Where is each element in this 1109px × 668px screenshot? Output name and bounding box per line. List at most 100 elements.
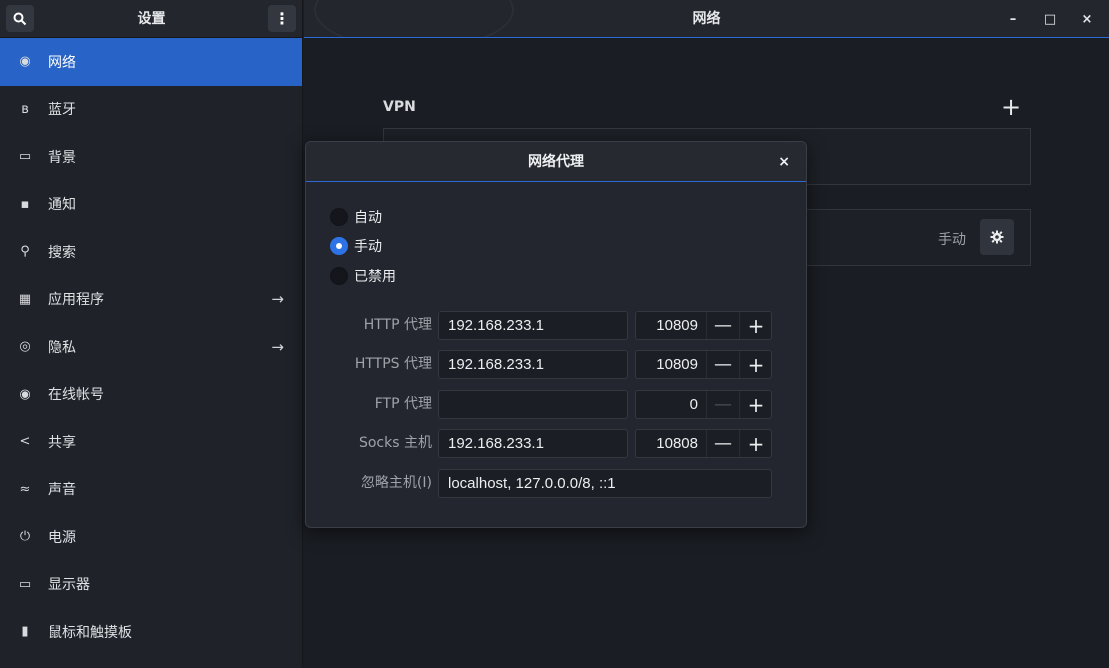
sidebar-item-label: 电源 (48, 529, 76, 546)
radio-button[interactable] (330, 237, 348, 256)
sidebar-item[interactable]: ▭ 显示器 (0, 561, 302, 609)
background-monitor-icon: ▭ (18, 149, 32, 165)
sidebar-item-label: 通知 (48, 197, 76, 214)
proxy-port-spinner: 10808 — + (635, 429, 772, 458)
proxy-settings-button[interactable] (980, 219, 1014, 255)
proxy-mode-label: 自动 (354, 209, 382, 226)
ignore-hosts-row: 忽略主机(I) localhost, 127.0.0.0/8, ::1 (306, 469, 806, 498)
decrement-button[interactable]: — (706, 351, 739, 378)
proxy-field-row: Socks 主机 192.168.233.1 10808 — + (306, 429, 806, 458)
search-button[interactable] (6, 5, 34, 32)
share-icon: < (19, 434, 31, 450)
minimize-button[interactable]: – (1001, 0, 1025, 37)
proxy-port-spinner: 0 — + (635, 390, 772, 419)
proxy-port-spinner: 10809 — + (635, 350, 772, 379)
network-globe-icon: ◉ (19, 54, 31, 70)
decrement-button[interactable]: — (706, 391, 739, 418)
gear-icon (990, 230, 1004, 244)
proxy-mode-option[interactable]: 自动 (330, 202, 396, 232)
proxy-mode-option[interactable]: 已禁用 (330, 261, 396, 291)
dialog-close-button[interactable]: × (778, 142, 790, 182)
dialog-header: 网络代理 × (306, 142, 806, 182)
privacy-icon: ◎ (19, 339, 31, 355)
radio-button[interactable] (330, 207, 348, 226)
bluetooth-icon: ʙ (21, 101, 29, 117)
apps-grid-icon: ▦ (18, 291, 32, 307)
display-icon: ▭ (18, 576, 32, 592)
proxy-mode-value: 手动 (938, 232, 966, 248)
sidebar-item[interactable]: ⚲ 搜索 (0, 228, 302, 276)
proxy-mode-label: 手动 (354, 239, 382, 256)
proxy-field-row: FTP 代理 0 — + (306, 390, 806, 419)
sidebar-item-label: 隐私 (48, 339, 76, 356)
sidebar-list: ◉ 网络 ʙ 蓝牙 ▭ 背景 ▪ 通知 ⚲ 搜索 ▦ 应用程序 → ◎ 隐私 → ◉ 在线帐号 < 共享 ≈ 声音 ⏻ 电源 ▭… (0, 38, 302, 656)
vpn-section-label: VPN (383, 99, 416, 115)
proxy-port-spinner: 10809 — + (635, 311, 772, 340)
proxy-port-value[interactable]: 0 (636, 391, 698, 418)
sidebar-item-label: 网络 (48, 54, 76, 71)
proxy-mode-label: 已禁用 (354, 268, 396, 285)
proxy-port-value[interactable]: 10809 (636, 351, 698, 378)
sidebar-item-label: 鼠标和触摸板 (48, 624, 132, 641)
settings-sidebar: 设置 ⋮ ◉ 网络 ʙ 蓝牙 ▭ 背景 ▪ 通知 ⚲ 搜索 ▦ 应用程序 → ◎ 隐私 → ◉ 在线帐号 < 共享 ≈ 声… (0, 0, 303, 668)
proxy-field-label: HTTP 代理 (363, 317, 432, 333)
decrement-button[interactable]: — (706, 312, 739, 339)
proxy-field-row: HTTP 代理 192.168.233.1 10809 — + (306, 311, 806, 340)
online-accounts-icon: ◉ (19, 386, 31, 402)
sidebar-item[interactable]: ▦ 应用程序 → (0, 276, 302, 324)
ignore-hosts-input[interactable]: localhost, 127.0.0.0/8, ::1 (438, 469, 772, 498)
proxy-host-input[interactable]: 192.168.233.1 (438, 429, 628, 458)
proxy-mode-option[interactable]: 手动 (330, 232, 396, 262)
increment-button[interactable]: + (739, 391, 772, 418)
proxy-port-value[interactable]: 10809 (636, 312, 698, 339)
sidebar-item-label: 蓝牙 (48, 102, 76, 119)
sidebar-item[interactable]: ◉ 网络 (0, 38, 302, 86)
increment-button[interactable]: + (739, 430, 772, 457)
sidebar-item[interactable]: ▭ 背景 (0, 133, 302, 181)
minimize-icon: – (1009, 11, 1017, 27)
close-icon: × (1081, 11, 1093, 27)
window-title: 网络 (692, 11, 721, 27)
proxy-field-label: HTTPS 代理 (354, 356, 432, 372)
proxy-mode-group: 自动 手动 已禁用 (330, 202, 396, 291)
proxy-host-input[interactable] (438, 390, 628, 419)
maximize-button[interactable]: □ (1038, 0, 1062, 37)
radio-button[interactable] (330, 266, 348, 285)
sidebar-item-label: 声音 (48, 482, 76, 499)
add-vpn-button[interactable]: + (1001, 95, 1021, 119)
ignore-hosts-label: 忽略主机(I) (360, 475, 432, 491)
menu-button[interactable]: ⋮ (268, 5, 296, 32)
decrement-button[interactable]: — (706, 430, 739, 457)
sidebar-title: 设置 (137, 11, 166, 27)
proxy-port-value[interactable]: 10808 (636, 430, 698, 457)
sidebar-item[interactable]: < 共享 (0, 418, 302, 466)
sidebar-item-label: 搜索 (48, 244, 76, 261)
power-icon: ⏻ (19, 529, 31, 545)
sidebar-item[interactable]: ▪ 通知 (0, 181, 302, 229)
increment-button[interactable]: + (739, 312, 772, 339)
sidebar-item[interactable]: ◉ 在线帐号 (0, 371, 302, 419)
arrow-right-icon: → (271, 290, 284, 309)
sidebar-item[interactable]: ≈ 声音 (0, 466, 302, 514)
proxy-field-row: HTTPS 代理 192.168.233.1 10809 — + (306, 350, 806, 379)
proxy-host-input[interactable]: 192.168.233.1 (438, 350, 628, 379)
sidebar-item[interactable]: ▮ 鼠标和触摸板 (0, 608, 302, 656)
sidebar-header: 设置 ⋮ (0, 0, 302, 38)
sidebar-item[interactable]: ⏻ 电源 (0, 513, 302, 561)
proxy-host-input[interactable]: 192.168.233.1 (438, 311, 628, 340)
window-titlebar: 网络 – □ × (304, 0, 1109, 38)
search-icon (13, 12, 27, 25)
maximize-icon: □ (1043, 11, 1057, 27)
sidebar-item[interactable]: ◎ 隐私 → (0, 323, 302, 371)
increment-button[interactable]: + (739, 351, 772, 378)
arrow-right-icon: → (271, 337, 284, 356)
more-vertical-icon: ⋮ (274, 9, 290, 28)
sound-icon: ≈ (19, 481, 31, 497)
sidebar-item[interactable]: ʙ 蓝牙 (0, 86, 302, 134)
notification-icon: ▪ (20, 196, 30, 212)
sidebar-item-label: 背景 (48, 149, 76, 166)
close-window-button[interactable]: × (1075, 0, 1099, 37)
dialog-title: 网络代理 (528, 154, 584, 170)
proxy-field-label: Socks 主机 (358, 435, 432, 451)
sidebar-item-label: 在线帐号 (48, 387, 104, 404)
